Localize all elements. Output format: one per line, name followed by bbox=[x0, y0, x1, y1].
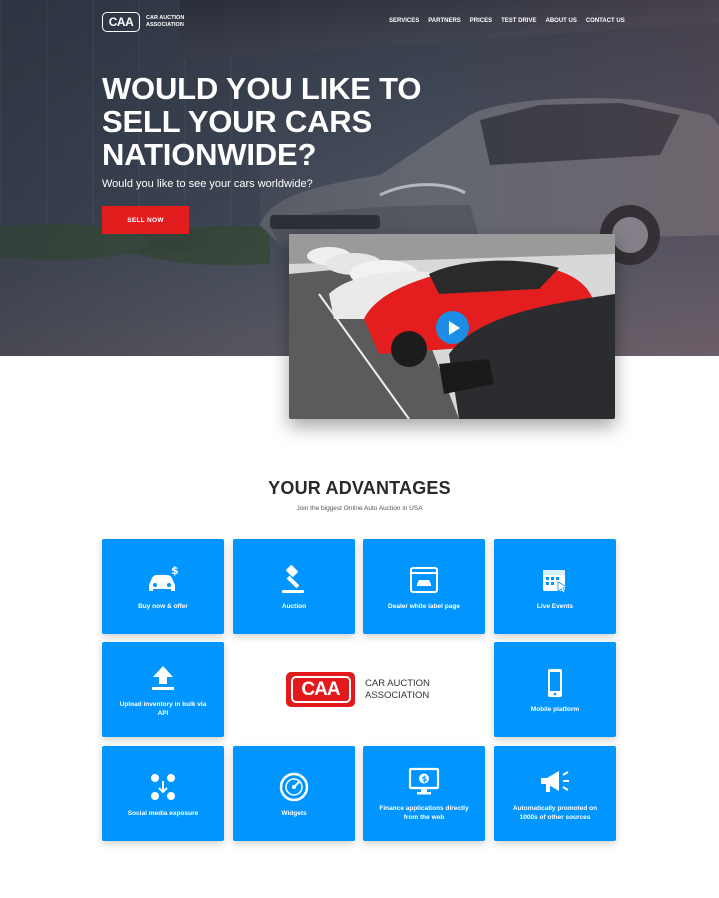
nav-link-prices[interactable]: Prices bbox=[470, 18, 492, 24]
tile-mobile-platform[interactable]: Mobile platform bbox=[494, 642, 616, 737]
tile-upload-inventory[interactable]: Upload inventory in bulk via API bbox=[102, 642, 224, 737]
upload-icon bbox=[146, 661, 180, 695]
tile-finance-applications[interactable]: $ Finance applications directly from the… bbox=[363, 746, 485, 841]
tile-label: Automatically promoted on 1000s of other… bbox=[512, 805, 598, 821]
tile-label: Auction bbox=[281, 602, 307, 610]
tile-auction[interactable]: Auction bbox=[233, 539, 355, 634]
play-icon[interactable] bbox=[436, 311, 469, 344]
tile-buy-now-offer[interactable]: $ Buy now & offer bbox=[102, 539, 224, 634]
tile-label: Upload inventory in bulk via API bbox=[119, 701, 207, 717]
tile-live-events[interactable]: Live Events bbox=[494, 539, 616, 634]
tile-label: Social media exposure bbox=[127, 809, 199, 817]
tile-label: Dealer white label page bbox=[388, 602, 460, 610]
speedometer-icon bbox=[277, 770, 311, 804]
advantages-subtitle: Join the biggest Online Auto Auction in … bbox=[296, 505, 423, 512]
tile-widgets[interactable]: Widgets bbox=[233, 746, 355, 841]
monitor-dollar-icon: $ bbox=[407, 765, 441, 799]
hero-headline: Would you like to sell your cars nationw… bbox=[102, 71, 422, 172]
social-share-icon bbox=[146, 770, 180, 804]
hero-subheadline: Would you like to see your cars worldwid… bbox=[102, 178, 313, 190]
nav-link-contact-us[interactable]: Contact Us bbox=[586, 18, 625, 24]
main-nav: Services Partners Prices Test Drive Abou… bbox=[389, 18, 625, 24]
tile-auto-promotion[interactable]: Automatically promoted on 1000s of other… bbox=[494, 746, 616, 841]
logo-mark: CAA bbox=[102, 12, 140, 32]
tile-dealer-white-label[interactable]: Dealer white label page bbox=[363, 539, 485, 634]
svg-text:$: $ bbox=[422, 775, 428, 784]
center-logo: CAA Car Auction Association bbox=[286, 672, 445, 707]
center-logo-mark: CAA bbox=[286, 672, 355, 707]
advantages-title: YOUR ADVANTAGES bbox=[268, 478, 451, 498]
car-dollar-icon: $ bbox=[146, 563, 180, 597]
browser-car-icon bbox=[407, 563, 441, 597]
logo-text: Car Auction Association bbox=[146, 15, 185, 28]
gavel-icon bbox=[277, 563, 311, 597]
nav-link-services[interactable]: Services bbox=[389, 18, 419, 24]
center-logo-text: Car Auction Association bbox=[365, 677, 430, 701]
nav-link-test-drive[interactable]: Test Drive bbox=[501, 18, 536, 24]
nav-link-about-us[interactable]: About Us bbox=[545, 18, 576, 24]
tile-label: Live Events bbox=[536, 602, 574, 610]
svg-text:$: $ bbox=[171, 565, 179, 577]
tile-label: Finance applications directly from the w… bbox=[379, 805, 469, 821]
mobile-icon bbox=[538, 666, 572, 700]
tile-social-media[interactable]: Social media exposure bbox=[102, 746, 224, 841]
tile-label: Widgets bbox=[281, 809, 307, 817]
nav-link-partners[interactable]: Partners bbox=[428, 18, 461, 24]
sell-now-button[interactable]: Sell now bbox=[102, 206, 189, 234]
tile-label: Buy now & offer bbox=[138, 602, 188, 610]
site-logo[interactable]: CAA Car Auction Association bbox=[102, 12, 206, 32]
calendar-cursor-icon bbox=[538, 563, 572, 597]
megaphone-icon bbox=[538, 765, 572, 799]
tile-label: Mobile platform bbox=[530, 705, 580, 713]
